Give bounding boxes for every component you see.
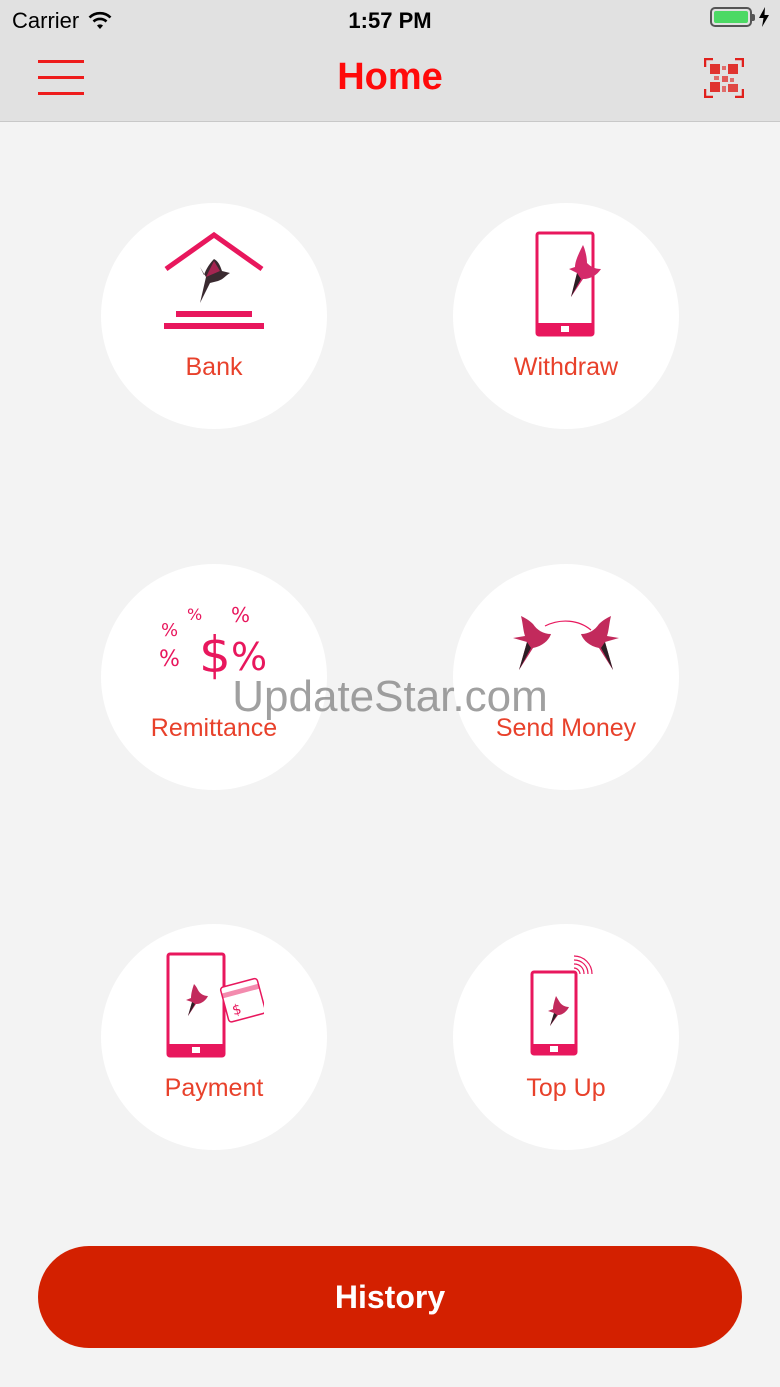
tile-label: Withdraw: [513, 353, 619, 381]
status-right: [710, 7, 770, 27]
payment-tile[interactable]: $ Payment: [101, 924, 327, 1150]
svg-text:%: %: [231, 603, 250, 627]
phone-card-icon: $: [166, 952, 264, 1058]
two-birds-icon: [513, 616, 619, 670]
top-up-tile[interactable]: Top Up: [453, 924, 679, 1150]
tile-label: Send Money: [495, 714, 637, 742]
remittance-tile[interactable]: % % % $ % % Remittance: [101, 564, 327, 790]
qr-code-icon[interactable]: [703, 57, 745, 99]
status-bar: Carrier 1:57 PM: [0, 0, 780, 40]
tile-label: Payment: [164, 1074, 264, 1102]
tile-label: Top Up: [526, 1074, 606, 1102]
battery-level: [714, 11, 748, 23]
svg-text:$: $: [199, 626, 231, 680]
bank-bird-icon: [164, 231, 264, 329]
svg-text:%: %: [187, 605, 202, 624]
phone-signal-icon: [530, 955, 593, 1056]
bank-tile[interactable]: Bank: [101, 203, 327, 429]
svg-text:%: %: [231, 635, 267, 679]
history-button[interactable]: History: [38, 1246, 742, 1348]
percent-dollar-icon: % % % $ % %: [159, 603, 267, 680]
svg-text:%: %: [159, 647, 180, 672]
tile-label: Bank: [185, 353, 243, 381]
withdraw-tile[interactable]: Withdraw: [453, 203, 679, 429]
status-time: 1:57 PM: [348, 8, 432, 33]
nav-bar: Home: [0, 40, 780, 122]
send-money-tile[interactable]: Send Money: [453, 564, 679, 790]
phone-bird-icon: [535, 231, 601, 337]
svg-text:%: %: [161, 620, 178, 641]
page-title: Home: [337, 56, 443, 98]
charging-bolt-icon: [759, 7, 769, 27]
tile-label: Remittance: [150, 714, 278, 742]
battery-icon: [710, 7, 755, 27]
